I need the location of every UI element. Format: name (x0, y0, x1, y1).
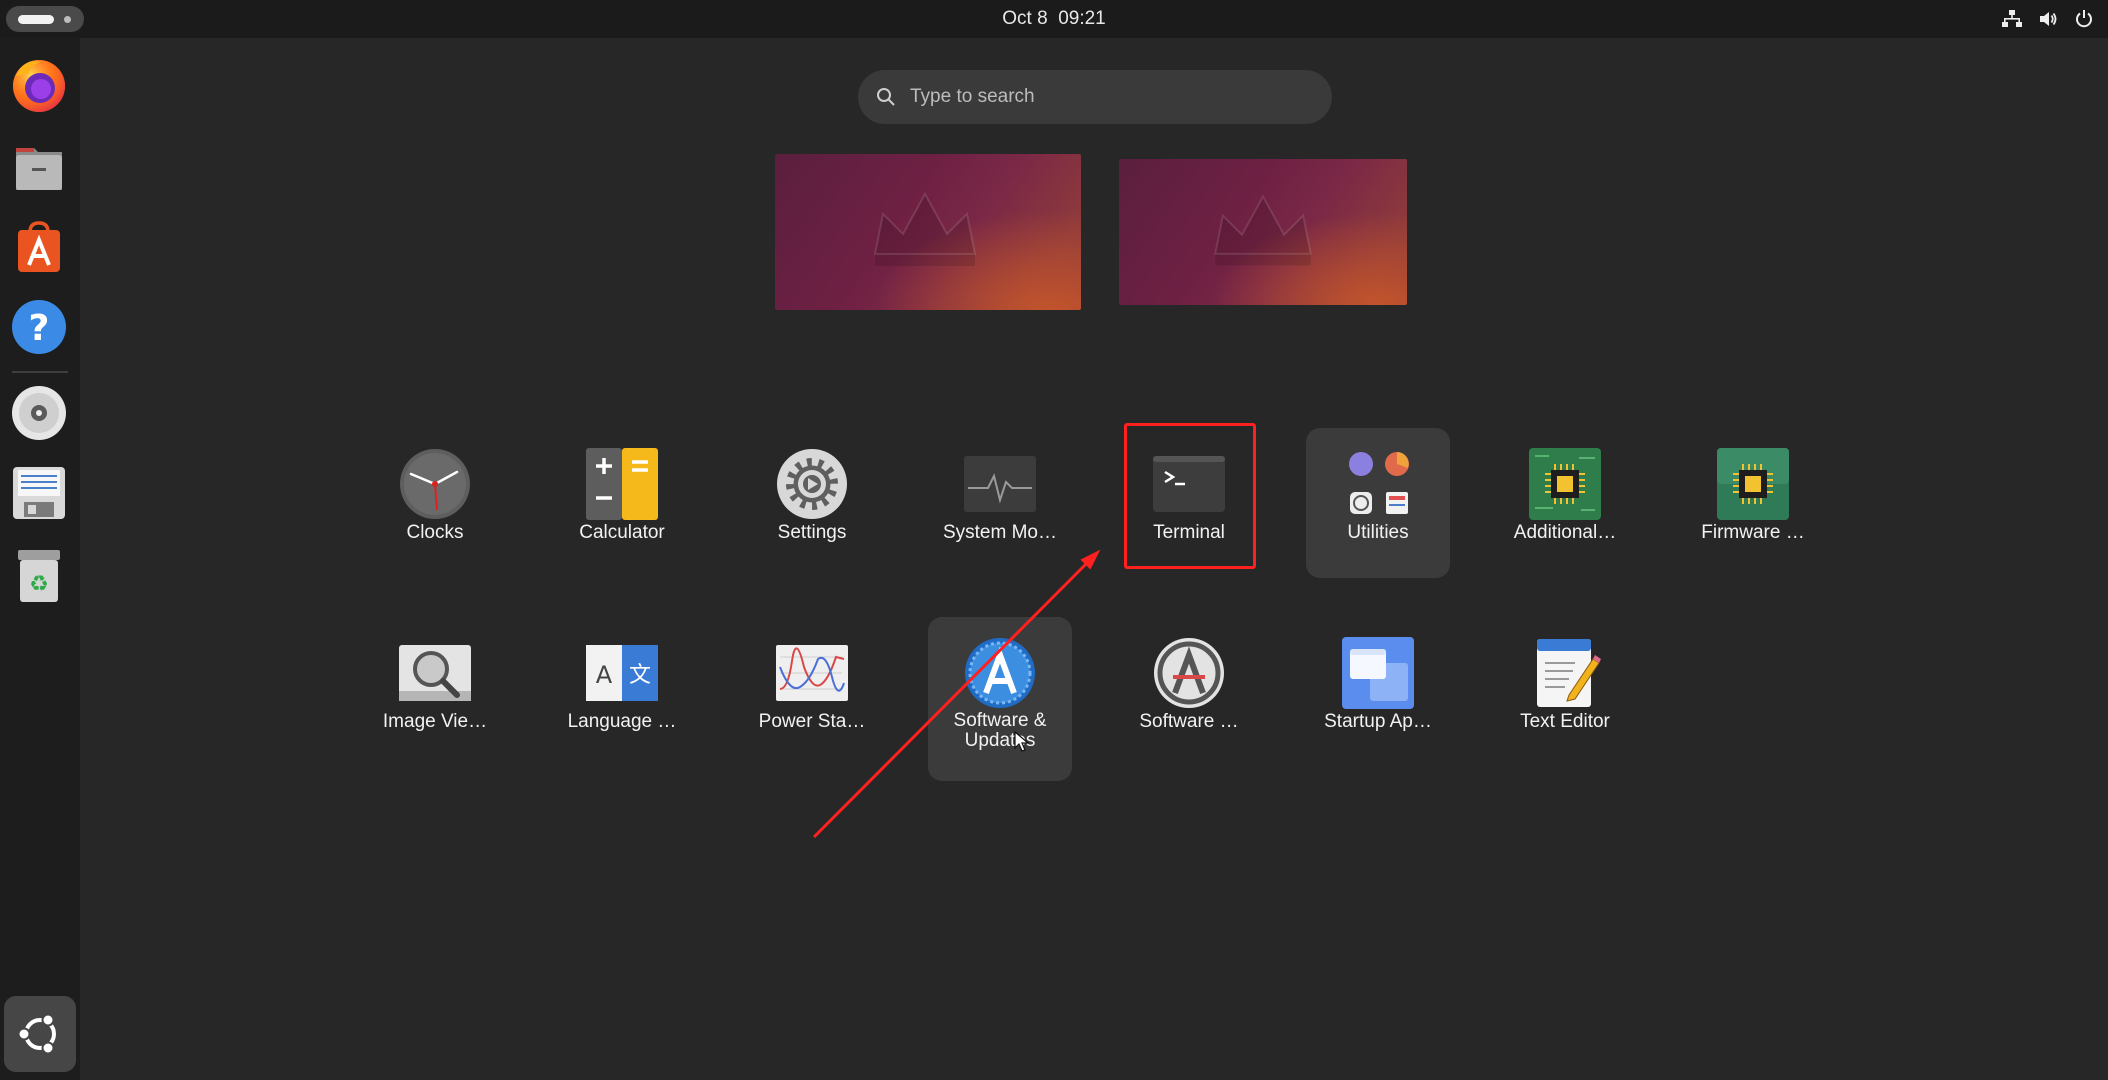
clock-icon (400, 449, 470, 519)
firmware-chip-icon (1717, 448, 1789, 520)
time-text: 09:21 (1058, 8, 1106, 29)
app-image-viewer[interactable]: Image Vie… (363, 617, 507, 767)
app-label: Language … (567, 711, 677, 732)
top-bar: Oct 8 09:21 (0, 0, 2108, 38)
app-label: Power Sta… (758, 711, 866, 732)
disc-icon[interactable] (10, 384, 68, 442)
power-stats-icon (776, 645, 848, 701)
folder-utilities-icon (1349, 452, 1409, 514)
settings-gear-icon (777, 449, 847, 519)
system-tray[interactable] (2002, 9, 2094, 29)
dock-separator (12, 371, 68, 373)
firefox-icon[interactable] (10, 56, 68, 114)
search-input[interactable] (910, 70, 1310, 124)
help-icon[interactable]: ? (10, 298, 68, 356)
app-calculator[interactable]: Calculator (550, 428, 694, 578)
app-folder-utilities[interactable]: Utilities (1306, 428, 1450, 578)
app-clocks[interactable]: Clocks (363, 428, 507, 578)
chip-icon (1529, 448, 1601, 520)
crown-wallpaper-icon (1214, 194, 1312, 266)
svg-text:♻: ♻ (29, 572, 49, 597)
app-label: Image Vie… (382, 711, 488, 732)
terminal-highlight-box (1124, 423, 1256, 569)
date-text: Oct 8 (1002, 8, 1048, 29)
search-bar[interactable] (858, 70, 1332, 124)
dock: ? ♻ (0, 38, 80, 1080)
app-label: Firmware … (1701, 522, 1805, 543)
mouse-cursor-icon (1014, 731, 1030, 752)
search-icon (877, 88, 895, 106)
power-icon[interactable] (2074, 9, 2094, 29)
network-icon[interactable] (2002, 9, 2022, 29)
system-monitor-icon (964, 456, 1036, 512)
startup-apps-icon (1342, 637, 1414, 709)
app-software-properties[interactable]: Software … (1117, 617, 1261, 767)
image-viewer-icon (399, 645, 471, 701)
app-center-icon[interactable] (10, 218, 68, 276)
svg-text:文: 文 (629, 663, 651, 688)
app-label: Calculator (579, 522, 665, 543)
app-settings[interactable]: Settings (740, 428, 884, 578)
text-editor-icon (1537, 639, 1601, 707)
crown-wallpaper-icon (873, 191, 977, 266)
calculator-icon (586, 448, 658, 520)
software-properties-icon (1154, 638, 1224, 708)
trash-icon[interactable]: ♻ (10, 546, 68, 604)
floppy-icon[interactable] (10, 464, 68, 522)
software-updates-icon (965, 638, 1035, 708)
app-label: Additional… (1513, 522, 1617, 543)
app-power-statistics[interactable]: Power Sta… (740, 617, 884, 767)
app-language-support[interactable]: A 文 Language … (550, 617, 694, 767)
language-icon: A 文 (586, 645, 658, 701)
svg-text:A: A (596, 661, 613, 689)
app-label: Settings (777, 522, 847, 543)
app-software-updates[interactable]: Software & Updates (928, 617, 1072, 781)
app-label: Software & Updates (953, 710, 1047, 751)
show-apps-button[interactable] (4, 996, 76, 1072)
app-label: Clocks (406, 522, 464, 543)
app-text-editor[interactable]: Text Editor (1493, 617, 1637, 767)
app-startup-applications[interactable]: Startup Ap… (1306, 617, 1450, 767)
workspace-thumbnail-2[interactable] (1119, 159, 1407, 305)
app-firmware[interactable]: Firmware … (1681, 428, 1825, 578)
app-additional-drivers[interactable]: Additional… (1493, 428, 1637, 578)
workspace-thumbnail-1[interactable] (775, 154, 1081, 310)
app-label: Startup Ap… (1324, 711, 1432, 732)
app-label: Utilities (1347, 522, 1409, 543)
ubuntu-logo-icon (17, 1013, 56, 1055)
app-system-monitor[interactable]: System Mo… (928, 428, 1072, 578)
app-label: Text Editor (1520, 711, 1610, 732)
date-time[interactable]: Oct 8 09:21 (0, 8, 2108, 30)
app-label: System Mo… (942, 522, 1058, 543)
svg-text:?: ? (29, 308, 50, 349)
files-icon[interactable] (10, 138, 68, 196)
volume-icon[interactable] (2038, 9, 2058, 29)
app-label: Software … (1139, 711, 1239, 732)
